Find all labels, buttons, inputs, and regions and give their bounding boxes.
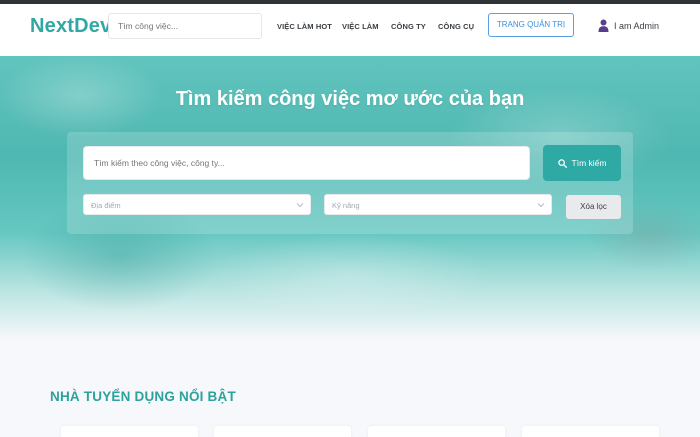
admin-dashboard-button[interactable]: TRANG QUẢN TRỊ: [488, 13, 574, 37]
employer-card[interactable]: [214, 426, 351, 437]
chevron-down-icon: [296, 203, 304, 208]
employer-card[interactable]: [368, 426, 505, 437]
user-icon: [598, 19, 609, 32]
nav-link-tools[interactable]: CÔNG CỤ: [438, 22, 474, 31]
skill-select-placeholder: Kỹ năng: [332, 201, 360, 210]
logo[interactable]: NextDev: [30, 15, 111, 38]
user-menu[interactable]: I am Admin: [598, 19, 659, 32]
nav-link-jobs[interactable]: VIỆC LÀM: [342, 22, 379, 31]
hero-banner: Tìm kiếm công việc mơ ước của bạn Tìm ki…: [0, 56, 700, 341]
clear-filter-button[interactable]: Xóa lọc: [566, 195, 621, 219]
nav-search-input[interactable]: [108, 13, 262, 39]
nav-link-hot-jobs[interactable]: VIỆC LÀM HOT: [277, 22, 332, 31]
employer-card[interactable]: [61, 426, 198, 437]
search-button[interactable]: Tìm kiếm: [543, 145, 621, 181]
location-select-placeholder: Địa điểm: [91, 201, 121, 210]
skill-select[interactable]: Kỹ năng: [324, 194, 552, 215]
user-label: I am Admin: [614, 20, 660, 31]
navbar: NextDev VIỆC LÀM HOT VIỆC LÀM CÔNG TY CÔ…: [0, 4, 700, 56]
search-panel: Tìm kiếm Địa điểm Kỹ năng Xóa lọc: [67, 132, 633, 234]
nav-link-companies[interactable]: CÔNG TY: [391, 22, 426, 31]
hero-title: Tìm kiếm công việc mơ ước của bạn: [175, 88, 525, 110]
job-search-input[interactable]: [83, 146, 530, 180]
chevron-down-icon: [537, 203, 545, 208]
search-icon: [557, 158, 567, 168]
location-select[interactable]: Địa điểm: [83, 194, 311, 215]
employer-card[interactable]: [522, 426, 659, 437]
featured-employers-title: NHÀ TUYỂN DỤNG NỔI BẬT: [50, 389, 236, 404]
search-button-label: Tìm kiếm: [571, 158, 607, 168]
